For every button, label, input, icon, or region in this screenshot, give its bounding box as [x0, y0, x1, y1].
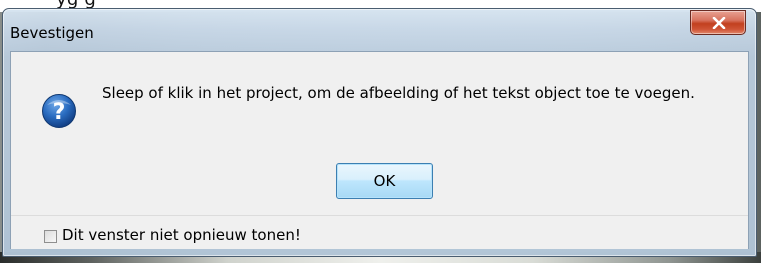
ok-button[interactable]: OK	[336, 163, 433, 199]
question-icon: ?	[42, 94, 76, 128]
close-button[interactable]	[690, 10, 746, 35]
dont-show-again-checkbox[interactable]	[44, 230, 57, 243]
close-x-icon	[712, 17, 726, 29]
dialog-title: Bevestigen	[10, 24, 94, 42]
dont-show-again-label[interactable]: Dit venster niet opnieuw tonen!	[62, 226, 301, 244]
dialog-footer: Dit venster niet opnieuw tonen!	[11, 215, 748, 249]
svg-text:?: ?	[53, 100, 66, 125]
confirm-dialog: Bevestigen ? Sleep of klik in het projec…	[2, 8, 757, 257]
dialog-titlebar[interactable]: Bevestigen	[3, 9, 756, 51]
dialog-message: Sleep of klik in het project, om de afbe…	[102, 84, 695, 102]
dialog-content: ? Sleep of klik in het project, om de af…	[10, 51, 749, 249]
